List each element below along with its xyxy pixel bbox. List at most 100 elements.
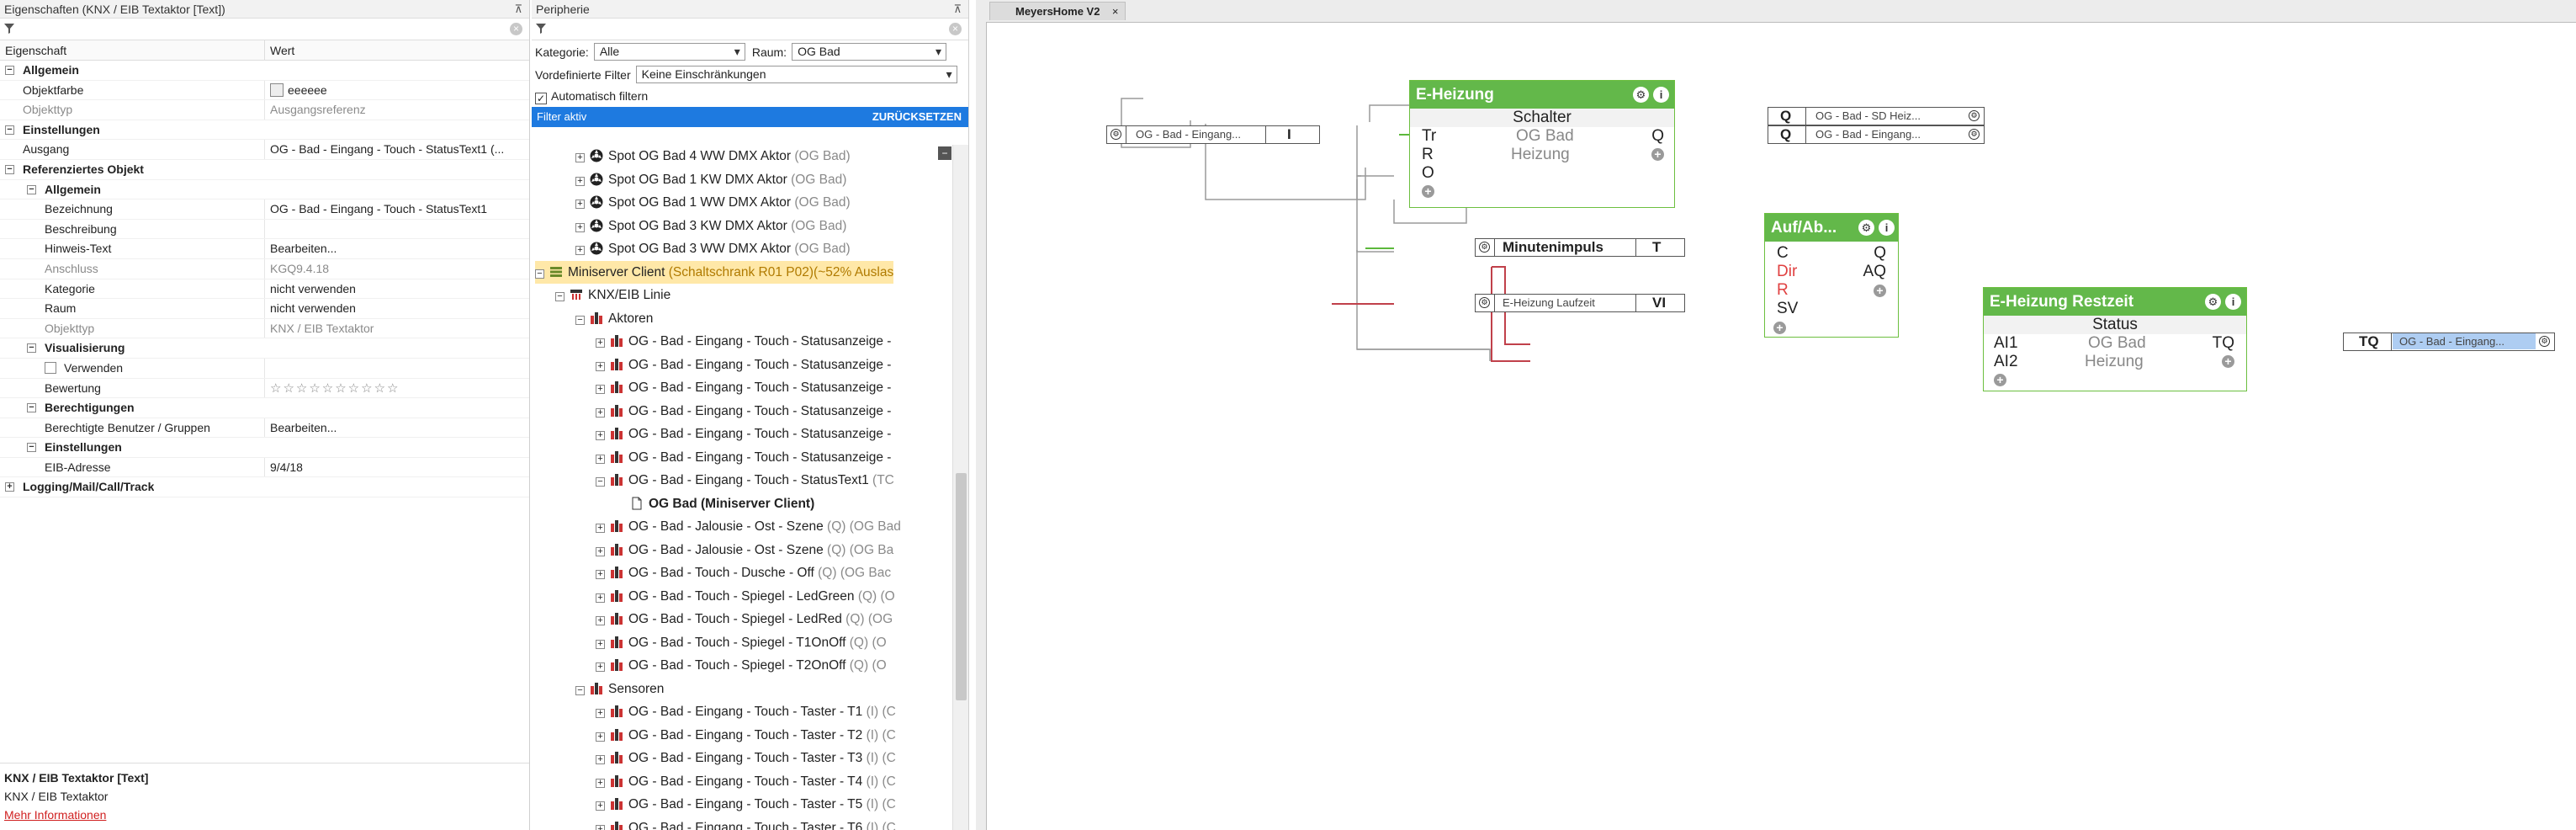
collapse-icon[interactable]: − — [5, 125, 14, 135]
collapse-icon[interactable]: − — [555, 292, 564, 301]
tree-item[interactable]: − KNX/EIB Linie — [532, 284, 952, 307]
input-r[interactable]: R — [1422, 146, 1434, 164]
verwenden-checkbox[interactable] — [45, 361, 56, 374]
expand-icon[interactable]: + — [575, 222, 585, 232]
pin-icon[interactable]: ⊼ — [953, 0, 962, 19]
tree-item[interactable]: + OG - Bad - Touch - Spiegel - T1OnOff (Q… — [532, 631, 952, 655]
block-auf-ab[interactable]: Auf/Ab... ⚙ i C Dir R SV + Q AQ + — [1764, 213, 1899, 338]
tree-scrollbar[interactable]: − — [938, 145, 968, 830]
expand-icon[interactable]: + — [5, 482, 14, 492]
input-ref-eingang[interactable]: ⚙ OG - Bad - Eingang... I — [1106, 125, 1320, 144]
input-tr[interactable]: Tr — [1422, 127, 1436, 146]
ref-gear-icon[interactable]: ⚙ — [1969, 129, 1980, 140]
output-tq[interactable]: TQ — [2213, 334, 2234, 353]
expand-icon[interactable]: + — [596, 801, 605, 811]
input-o[interactable]: O — [1422, 164, 1434, 183]
tree-item[interactable]: + OG - Bad - Eingang - Touch - Taster - T… — [532, 724, 952, 748]
property-row[interactable]: Anschluss KGQ9.4.18 — [0, 258, 529, 279]
column-wert[interactable]: Wert — [265, 40, 294, 60]
tree-item[interactable]: + OG - Bad - Eingang - Touch - Statusanze… — [532, 376, 952, 400]
tree-item[interactable]: + OG - Bad - Eingang - Touch - Taster - T… — [532, 793, 952, 817]
input-dir[interactable]: Dir — [1777, 263, 1797, 281]
clear-filter-icon[interactable]: × — [510, 23, 522, 35]
expand-icon[interactable]: + — [596, 524, 605, 533]
tree-item[interactable]: + Spot OG Bad 3 KW DMX Aktor (OG Bad) — [532, 215, 952, 238]
property-row[interactable]: Berechtigte Benutzer / Gruppen Bearbeiten… — [0, 418, 529, 439]
tree-item[interactable]: + OG - Bad - Eingang - Touch - Taster - T… — [532, 817, 952, 830]
tree-item[interactable]: + OG - Bad - Eingang - Touch - Statusanze… — [532, 354, 952, 377]
expand-icon[interactable]: + — [596, 709, 605, 718]
property-row[interactable]: − Einstellungen — [0, 438, 529, 458]
property-row[interactable]: Kategorie nicht verwenden — [0, 279, 529, 300]
close-tab-icon[interactable]: × — [1112, 3, 1119, 20]
output-ref-tq-eingang[interactable]: TQ OG - Bad - Eingang... ⚙ — [2343, 333, 2555, 351]
add-input-icon[interactable]: + — [1994, 374, 2006, 386]
tree-item[interactable]: + Spot OG Bad 1 WW DMX Aktor (OG Bad) — [532, 191, 952, 215]
output-ref-eingang[interactable]: Q OG - Bad - Eingang... ⚙ — [1768, 125, 1985, 144]
property-row[interactable]: Verwenden — [0, 358, 529, 379]
tree-item[interactable]: + OG - Bad - Eingang - Touch - Taster - T… — [532, 700, 952, 724]
property-row[interactable]: EIB-Adresse 9/4/18 — [0, 457, 529, 478]
auto-filter-checkbox[interactable]: ✓ — [535, 93, 547, 104]
expand-icon[interactable]: + — [575, 153, 585, 162]
input-ai2[interactable]: AI2 — [1994, 353, 2018, 371]
tree-item[interactable]: + OG - Bad - Touch - Spiegel - LedGreen (… — [532, 585, 952, 609]
gear-icon[interactable]: ⚙ — [2205, 294, 2221, 310]
properties-filter[interactable]: × — [0, 19, 529, 40]
collapse-icon[interactable]: − — [5, 164, 14, 174]
expand-icon[interactable]: + — [596, 824, 605, 830]
tree-item[interactable]: − Sensoren — [532, 678, 952, 701]
expand-icon[interactable]: + — [575, 246, 585, 255]
property-row[interactable]: Bewertung ☆☆☆☆☆☆☆☆☆☆ — [0, 378, 529, 399]
tree-item[interactable]: + Spot OG Bad 3 WW DMX Aktor (OG Bad) — [532, 237, 952, 261]
tree-item[interactable]: + OG - Bad - Jalousie - Ost - Szene (Q) (… — [532, 539, 952, 562]
output-aq[interactable]: AQ — [1863, 263, 1886, 281]
input-c[interactable]: C — [1777, 244, 1789, 263]
tree-item[interactable]: + Spot OG Bad 4 WW DMX Aktor (OG Bad) — [532, 145, 952, 168]
property-row[interactable]: Objekttyp Ausgangsreferenz — [0, 100, 529, 120]
property-row[interactable]: Raum nicht verwenden — [0, 299, 529, 319]
reset-filter-button[interactable]: ZURÜCKSETZEN — [872, 107, 962, 127]
expand-icon[interactable]: + — [596, 616, 605, 625]
input-sv[interactable]: SV — [1777, 300, 1798, 318]
collapse-icon[interactable]: − — [575, 685, 585, 695]
expand-icon[interactable]: + — [596, 338, 605, 348]
collapse-icon[interactable]: − — [27, 443, 36, 453]
expand-icon[interactable]: + — [596, 431, 605, 440]
tree-item[interactable]: + OG - Bad - Touch - Spiegel - LedRed (Q)… — [532, 608, 952, 631]
expand-icon[interactable]: + — [596, 639, 605, 649]
tree-item[interactable]: + OG - Bad - Eingang - Touch - Taster - T… — [532, 747, 952, 770]
add-output-icon[interactable]: + — [1874, 285, 1886, 297]
property-row[interactable]: Bezeichnung OG - Bad - Eingang - Touch - … — [0, 200, 529, 220]
expand-icon[interactable]: + — [596, 454, 605, 464]
tree-item[interactable]: + OG - Bad - Eingang - Touch - Taster - T… — [532, 770, 952, 794]
ref-gear-icon[interactable]: ⚙ — [2539, 336, 2550, 347]
kategorie-select[interactable]: Alle — [593, 43, 745, 61]
tree-item[interactable]: + OG - Bad - Touch - Spiegel - T2OnOff (Q… — [532, 654, 952, 678]
ref-gear-icon[interactable]: ⚙ — [1479, 297, 1490, 308]
raum-select[interactable]: OG Bad — [792, 43, 947, 61]
predefined-filter-select[interactable]: Keine Einschränkungen — [635, 66, 957, 83]
block-e-heizung[interactable]: E-Heizung ⚙ i Schalter Tr R O + OG Bad H… — [1409, 80, 1675, 208]
tree-item[interactable]: + OG - Bad - Eingang - Touch - Statusanze… — [532, 330, 952, 354]
column-eigenschaft[interactable]: Eigenschaft — [0, 40, 265, 60]
output-q[interactable]: Q — [1874, 244, 1886, 263]
expand-icon[interactable]: + — [596, 385, 605, 394]
scrollbar-thumb[interactable] — [956, 473, 967, 700]
collapse-icon[interactable]: − — [27, 184, 36, 194]
tree-item[interactable]: OG Bad (Miniserver Client) — [532, 492, 952, 516]
gear-icon[interactable]: ⚙ — [1633, 87, 1649, 103]
collapse-icon[interactable]: − — [575, 315, 585, 325]
property-row[interactable]: Objektfarbe eeeeee — [0, 80, 529, 101]
property-row[interactable]: − Berechtigungen — [0, 398, 529, 418]
expand-icon[interactable]: + — [596, 546, 605, 556]
add-output-icon[interactable]: + — [1651, 148, 1664, 161]
expand-icon[interactable]: + — [596, 593, 605, 603]
property-row[interactable]: + Logging/Mail/Call/Track — [0, 477, 529, 498]
input-ref-laufzeit[interactable]: ⚙ E-Heizung Laufzeit VI — [1475, 294, 1685, 312]
property-row[interactable]: Beschreibung — [0, 219, 529, 240]
tree-item[interactable]: − Aktoren — [532, 307, 952, 331]
gear-icon[interactable]: ⚙ — [1858, 220, 1874, 236]
program-canvas[interactable]: ⚙ OG - Bad - Eingang... I ⚙ Minutenimpul… — [986, 22, 2576, 830]
property-row[interactable]: Hinweis-Text Bearbeiten... — [0, 239, 529, 259]
